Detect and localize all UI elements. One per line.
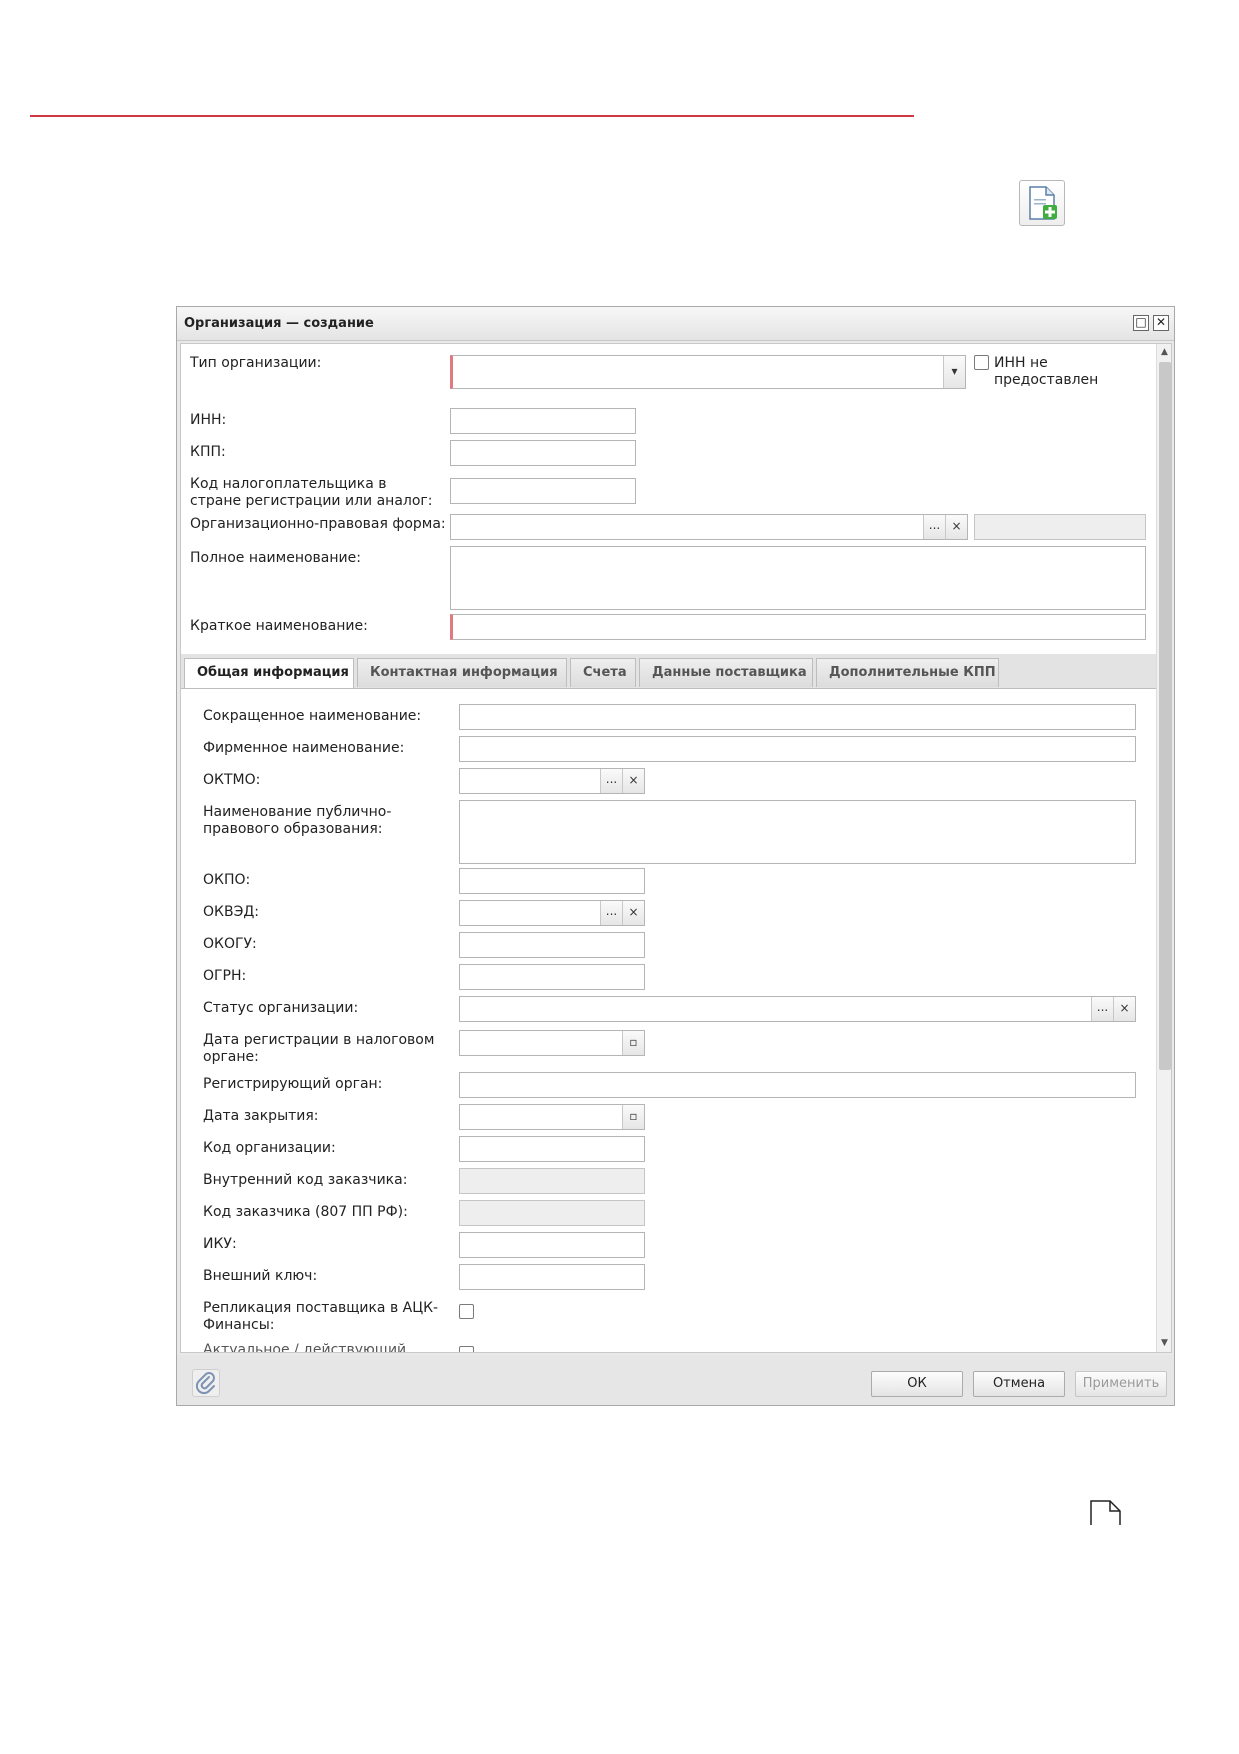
- tab-bar: Общая информация Контактная информация С…: [181, 654, 1159, 689]
- clear-icon[interactable]: ×: [1113, 997, 1135, 1021]
- clear-icon[interactable]: ×: [622, 769, 644, 793]
- oktmo-label: ОКТМО:: [203, 772, 261, 788]
- maximize-icon: □: [1135, 315, 1147, 329]
- customer-code-label: Код заказчика (807 ПП РФ):: [203, 1204, 408, 1220]
- actual-label-cut: Актуальное / действующий: [203, 1342, 407, 1353]
- close-date-input[interactable]: ▫: [459, 1104, 645, 1130]
- dialog-body: Тип организации: ▾ ИНН не предоставлен И…: [180, 343, 1172, 1353]
- abbr-name-input[interactable]: [459, 704, 1136, 730]
- organization-create-dialog: Организация — создание □ ✕ Тип организац…: [176, 306, 1175, 1406]
- calendar-icon[interactable]: ▫: [622, 1031, 644, 1055]
- full-name-label: Полное наименование:: [190, 550, 361, 566]
- short-name-label: Краткое наименование:: [190, 618, 368, 634]
- tab-contacts[interactable]: Контактная информация: [357, 658, 567, 687]
- actual-checkbox[interactable]: [459, 1346, 474, 1352]
- replication-checkbox[interactable]: [459, 1304, 474, 1319]
- inn-not-provided-label: ИНН не предоставлен: [994, 355, 1099, 388]
- scroll-up-icon[interactable]: ▲: [1161, 347, 1168, 357]
- inn-input[interactable]: [450, 408, 636, 434]
- vertical-scrollbar[interactable]: ▲ ▼: [1156, 344, 1171, 1352]
- scroll-thumb[interactable]: [1159, 362, 1171, 1070]
- maximize-button[interactable]: □: [1133, 315, 1149, 331]
- scroll-down-icon[interactable]: ▼: [1161, 1338, 1168, 1348]
- section-divider-line: [30, 115, 914, 117]
- status-input[interactable]: ... ×: [459, 996, 1136, 1022]
- iku-label: ИКУ:: [203, 1236, 237, 1252]
- add-document-button[interactable]: [1019, 180, 1065, 226]
- tab-additional-kpp[interactable]: Дополнительные КПП: [816, 658, 999, 687]
- inn-label: ИНН:: [190, 412, 227, 428]
- legal-form-code-field: [974, 514, 1146, 540]
- clear-icon[interactable]: ×: [622, 901, 644, 925]
- cancel-button[interactable]: Отмена: [973, 1371, 1065, 1397]
- replication-label: Репликация поставщика в АЦК-Финансы:: [203, 1300, 439, 1333]
- close-date-label: Дата закрытия:: [203, 1108, 319, 1124]
- reg-date-input[interactable]: ▫: [459, 1030, 645, 1056]
- dialog-titlebar: Организация — создание □ ✕: [177, 307, 1174, 341]
- ok-button[interactable]: ОК: [871, 1371, 963, 1397]
- document-add-icon: [1029, 186, 1057, 220]
- org-type-label: Тип организации:: [190, 355, 322, 371]
- okved-input[interactable]: ... ×: [459, 900, 645, 926]
- brand-name-label: Фирменное наименование:: [203, 740, 405, 756]
- tax-code-input[interactable]: [450, 478, 636, 504]
- dialog-title: Организация — создание: [184, 316, 374, 331]
- short-name-input[interactable]: [450, 614, 1146, 640]
- page-icon: [1090, 1500, 1122, 1530]
- tab-general[interactable]: Общая информация: [184, 658, 354, 688]
- public-entity-label: Наименование публично-правового образова…: [203, 804, 392, 837]
- attach-button[interactable]: [192, 1369, 220, 1397]
- org-code-input[interactable]: [459, 1136, 645, 1162]
- tab-supplier-data[interactable]: Данные поставщика: [639, 658, 813, 687]
- abbr-name-label: Сокращенное наименование:: [203, 708, 422, 724]
- legal-form-label: Организационно-правовая форма:: [190, 516, 446, 532]
- ogrn-input[interactable]: [459, 964, 645, 990]
- okogu-label: ОКОГУ:: [203, 936, 257, 952]
- close-button[interactable]: ✕: [1153, 315, 1169, 331]
- close-icon: ✕: [1155, 315, 1167, 329]
- status-label: Статус организации:: [203, 1000, 359, 1016]
- legal-form-input[interactable]: ... ×: [450, 514, 968, 540]
- org-type-select[interactable]: ▾: [450, 355, 966, 389]
- customer-code-field: [459, 1200, 645, 1226]
- kpp-label: КПП:: [190, 444, 226, 460]
- external-key-label: Внешний ключ:: [203, 1268, 318, 1284]
- iku-input[interactable]: [459, 1232, 645, 1258]
- public-entity-textarea[interactable]: [459, 800, 1136, 864]
- oktmo-input[interactable]: ... ×: [459, 768, 645, 794]
- more-options-icon[interactable]: ...: [600, 901, 622, 925]
- internal-code-field: [459, 1168, 645, 1194]
- reg-date-label: Дата регистрации в налоговом органе:: [203, 1032, 435, 1065]
- full-name-textarea[interactable]: [450, 546, 1146, 610]
- more-options-icon[interactable]: ...: [600, 769, 622, 793]
- more-options-icon[interactable]: ...: [1091, 997, 1113, 1021]
- okogu-input[interactable]: [459, 932, 645, 958]
- org-code-label: Код организации:: [203, 1140, 336, 1156]
- kpp-input[interactable]: [450, 440, 636, 466]
- chevron-down-icon[interactable]: ▾: [943, 356, 965, 388]
- okpo-input[interactable]: [459, 868, 645, 894]
- reg-body-label: Регистрирующий орган:: [203, 1076, 383, 1092]
- inn-not-provided-checkbox[interactable]: [974, 355, 989, 370]
- tab-accounts[interactable]: Счета: [570, 658, 636, 687]
- clear-icon[interactable]: ×: [945, 515, 967, 539]
- okved-label: ОКВЭД:: [203, 904, 259, 920]
- tax-code-label: Код налогоплательщика в стране регистрац…: [190, 476, 433, 509]
- calendar-icon[interactable]: ▫: [622, 1105, 644, 1129]
- brand-name-input[interactable]: [459, 736, 1136, 762]
- dialog-footer: ОК Отмена Применить: [177, 1355, 1174, 1405]
- okpo-label: ОКПО:: [203, 872, 251, 888]
- external-key-input[interactable]: [459, 1264, 645, 1290]
- ogrn-label: ОГРН:: [203, 968, 247, 984]
- more-options-icon[interactable]: ...: [923, 515, 945, 539]
- internal-code-label: Внутренний код заказчика:: [203, 1172, 408, 1188]
- reg-body-input[interactable]: [459, 1072, 1136, 1098]
- paperclip-icon: [195, 1372, 215, 1395]
- apply-button[interactable]: Применить: [1075, 1371, 1167, 1397]
